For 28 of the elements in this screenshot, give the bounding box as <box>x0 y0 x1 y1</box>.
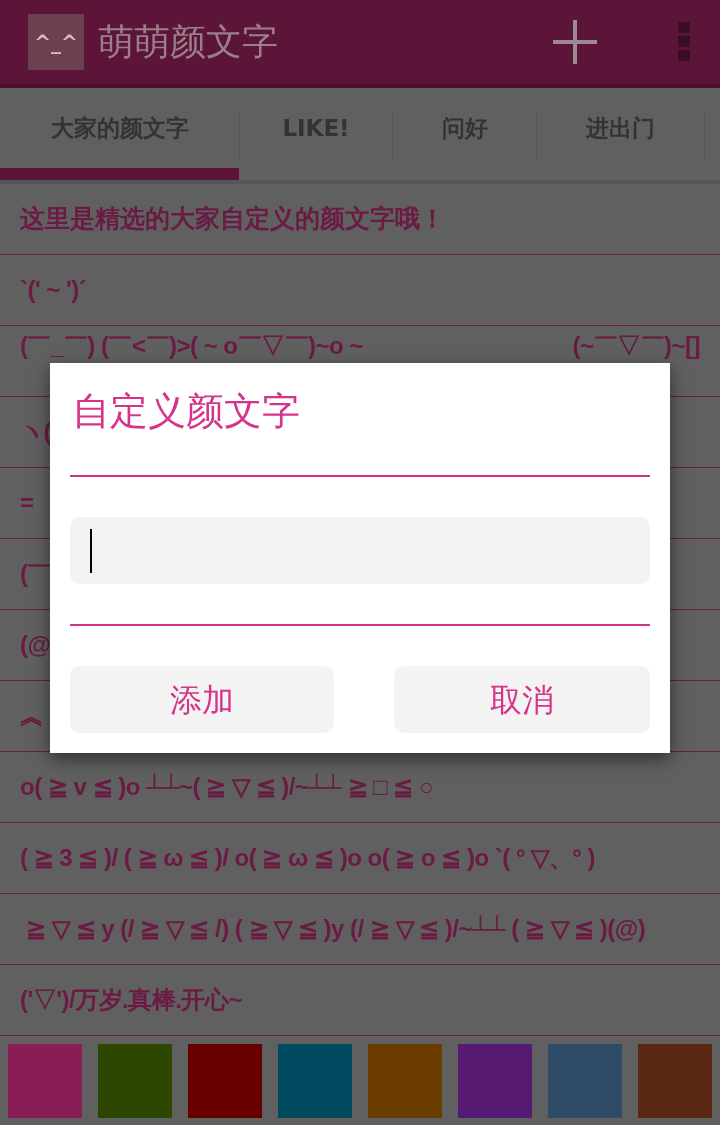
dialog-title: 自定义颜文字 <box>72 389 301 433</box>
color-swatch[interactable] <box>638 1044 712 1118</box>
color-swatch[interactable] <box>278 1044 352 1118</box>
color-swatch[interactable] <box>548 1044 622 1118</box>
cancel-button[interactable]: 取消 <box>394 666 650 733</box>
emoticon-text[interactable]: `(' ~ ')´ <box>20 276 87 304</box>
emoticon-text[interactable]: (~￣▽￣)~[] <box>572 332 700 360</box>
color-swatch[interactable] <box>8 1044 82 1118</box>
app-logo: ^_^ <box>28 14 84 70</box>
list-header: 这里是精选的大家自定义的颜文字哦！ <box>0 184 720 255</box>
emoticon-text[interactable]: (￣ <box>20 560 51 588</box>
app-title: 萌萌颜文字 <box>98 20 278 64</box>
emoticon-text[interactable]: = <box>20 489 34 517</box>
color-swatch[interactable] <box>188 1044 262 1118</box>
emoticon-text[interactable]: ︽ <box>20 702 44 730</box>
color-swatch[interactable] <box>368 1044 442 1118</box>
add-button[interactable]: 添加 <box>70 666 334 733</box>
emoticon-text[interactable]: (@ <box>20 631 51 659</box>
emoticon-text[interactable]: ('▽')/万岁.真棒.开心~ <box>20 986 242 1014</box>
color-swatch[interactable] <box>458 1044 532 1118</box>
emoticon-text[interactable]: o( ≧ v ≦ )o ┴┴~( ≧ ▽ ≦ )/~┴┴ ≧ □ ≦ ○ <box>20 773 434 801</box>
emoticon-text[interactable]: ≧ ▽ ≦ y (/ ≧ ▽ ≦ /) ( ≧ ▽ ≦ )y (/ ≧ ▽ ≦ )/~┴┴ ( ≧ ▽ ≦ )(@) <box>20 915 646 943</box>
emoticon-text[interactable]: (￣_￣) (￣<￣)>( ~ o￣▽￣)~o ~ <box>20 332 363 360</box>
more-icon[interactable] <box>678 22 690 62</box>
emoticon-text[interactable]: ( ≧ 3 ≦ )/ ( ≧ ω ≦ )/ o( ≧ ω ≦ )o o( ≧ o ≦ )o `( ° ▽、° ) <box>20 844 595 872</box>
input-field[interactable] <box>70 517 650 584</box>
color-swatch[interactable] <box>98 1044 172 1118</box>
add-icon[interactable] <box>552 19 598 65</box>
